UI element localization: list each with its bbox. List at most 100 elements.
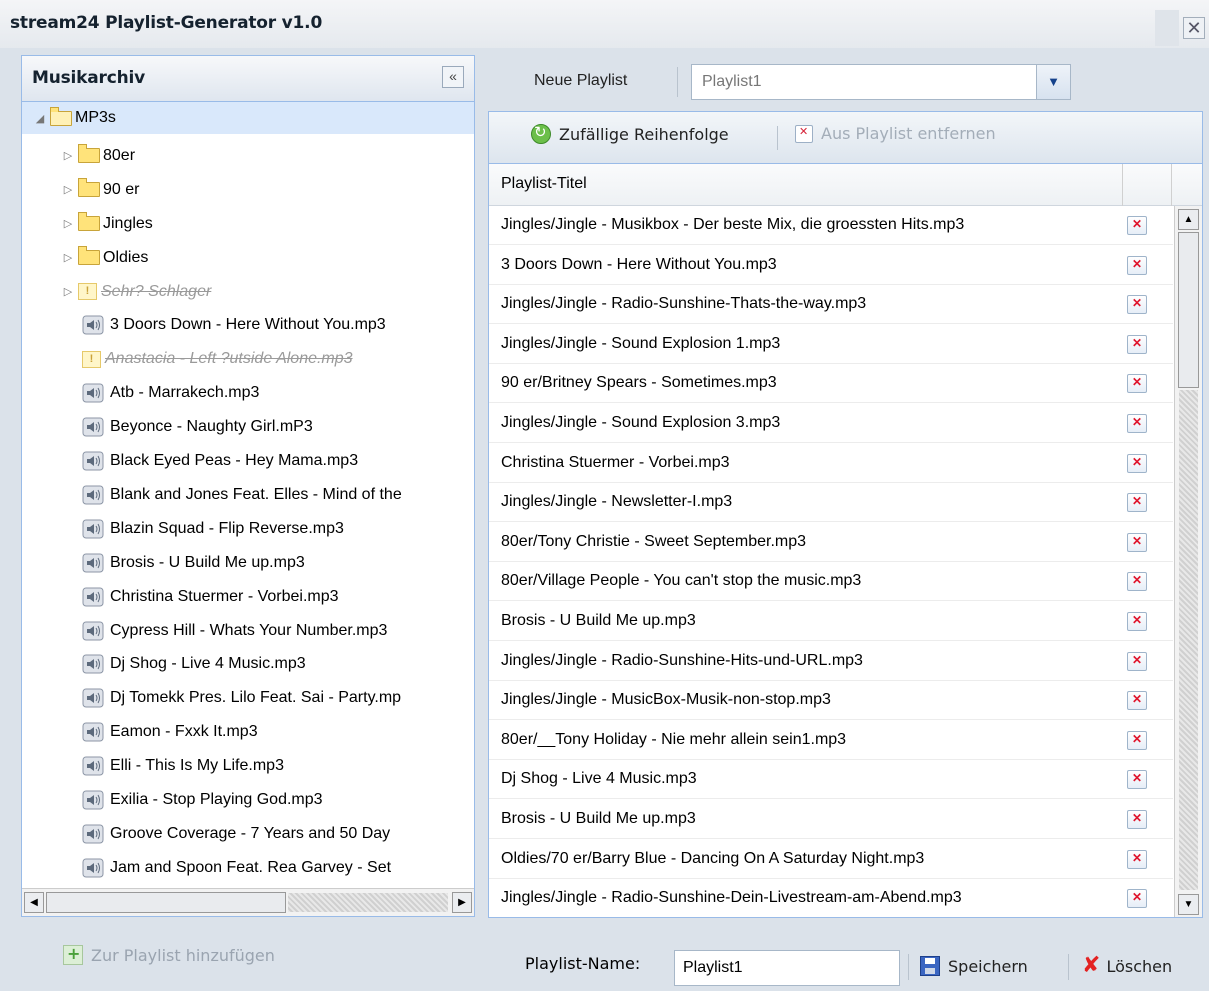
scroll-down-icon[interactable]: ▼ bbox=[1178, 894, 1199, 915]
playlist-row[interactable]: Jingles/Jingle - Radio-Sunshine-Dein-Liv… bbox=[489, 879, 1173, 917]
expand-arrow-icon[interactable]: ▷ bbox=[62, 149, 74, 162]
remove-row-icon[interactable] bbox=[1127, 612, 1147, 631]
remove-row-icon[interactable] bbox=[1127, 810, 1147, 829]
expand-arrow-icon[interactable]: ▷ bbox=[62, 183, 74, 196]
remove-row-icon[interactable] bbox=[1127, 770, 1147, 790]
remove-row-icon[interactable] bbox=[1127, 532, 1147, 552]
tree-file[interactable]: Dj Tomekk Pres. Lilo Feat. Sai - Party.m… bbox=[22, 682, 474, 714]
tree-file[interactable]: Exilia - Stop Playing God.mp3 bbox=[22, 784, 474, 816]
remove-row-icon[interactable] bbox=[1127, 849, 1147, 869]
remove-row-icon[interactable] bbox=[1127, 414, 1147, 433]
playlist-row[interactable]: Dj Shog - Live 4 Music.mp3 bbox=[489, 760, 1173, 800]
playlist-row[interactable]: Jingles/Jingle - Radio-Sunshine-Thats-th… bbox=[489, 285, 1173, 325]
playlist-row[interactable]: Brosis - U Build Me up.mp3 bbox=[489, 602, 1173, 641]
tree-file[interactable]: Atb - Marrakech.mp3 bbox=[22, 377, 474, 409]
playlist-select[interactable]: Playlist1 ▼ bbox=[691, 64, 1071, 100]
remove-row-icon[interactable] bbox=[1127, 691, 1147, 711]
close-icon[interactable]: ✕ bbox=[1183, 17, 1205, 39]
folder-icon bbox=[78, 212, 100, 232]
playlist-row[interactable]: 80er/__Tony Holiday - Nie mehr allein se… bbox=[489, 721, 1173, 760]
tree-file[interactable]: ! Anastacia - Left ?utside Alone.mp3 bbox=[22, 343, 474, 375]
window-titlebar: stream24 Playlist-Generator v1.0 ✕ bbox=[0, 0, 1209, 48]
tree-folder[interactable]: ▷ Oldies bbox=[22, 242, 474, 274]
remove-row-icon[interactable] bbox=[1127, 255, 1147, 275]
audio-file-icon bbox=[82, 451, 104, 471]
tree-file[interactable]: Christina Stuermer - Vorbei.mp3 bbox=[22, 581, 474, 613]
tree-folder[interactable]: ▷ 90 er bbox=[22, 174, 474, 206]
tree-file[interactable]: Brosis - U Build Me up.mp3 bbox=[22, 547, 474, 579]
scrollbar-thumb[interactable] bbox=[1178, 232, 1199, 388]
remove-row-icon[interactable] bbox=[1127, 493, 1147, 513]
scrollbar-track[interactable] bbox=[288, 893, 448, 912]
tree-file[interactable]: Jam and Spoon Feat. Rea Garvey - Set bbox=[22, 852, 474, 884]
tree-file[interactable]: Black Eyed Peas - Hey Mama.mp3 bbox=[22, 445, 474, 477]
tree-item-label: 80er bbox=[103, 146, 136, 164]
new-playlist-label[interactable]: Neue Playlist bbox=[534, 72, 627, 90]
chevron-down-icon[interactable]: ▼ bbox=[1036, 65, 1070, 99]
archive-header: Musikarchiv « bbox=[22, 56, 474, 102]
tree-file[interactable]: Eamon - Fxxk It.mp3 bbox=[22, 716, 474, 748]
delete-button[interactable]: ✘ Löschen bbox=[1082, 953, 1172, 978]
playlist-row[interactable]: Jingles/Jingle - Musikbox - Der beste Mi… bbox=[489, 206, 1173, 245]
delete-x-icon: ✘ bbox=[1082, 953, 1101, 978]
remove-row-icon[interactable] bbox=[1127, 334, 1147, 354]
tree-file[interactable]: Beyonce - Naughty Girl.mP3 bbox=[22, 411, 474, 443]
tree-folder[interactable]: ▷ Jingles bbox=[22, 208, 474, 240]
playlist-row[interactable]: Oldies/70 er/Barry Blue - Dancing On A S… bbox=[489, 840, 1173, 879]
playlist-row[interactable]: 80er/Tony Christie - Sweet September.mp3 bbox=[489, 523, 1173, 562]
shuffle-button[interactable]: Zufällige Reihenfolge bbox=[531, 123, 729, 144]
tree-file[interactable]: Elli - This Is My Life.mp3 bbox=[22, 750, 474, 782]
tree-file[interactable]: 3 Doors Down - Here Without You.mp3 bbox=[22, 309, 474, 341]
column-divider[interactable] bbox=[1122, 164, 1123, 206]
tree-folder[interactable]: ◢ MP3s bbox=[22, 102, 474, 134]
playlist-row[interactable]: Jingles/Jingle - Radio-Sunshine-Hits-und… bbox=[489, 642, 1173, 681]
column-divider[interactable] bbox=[1171, 164, 1172, 206]
remove-row-icon[interactable] bbox=[1127, 295, 1147, 315]
archive-title: Musikarchiv bbox=[32, 68, 146, 88]
playlist-select-value[interactable]: Playlist1 bbox=[702, 73, 762, 91]
playlist-row[interactable]: Jingles/Jingle - MusicBox-Musik-non-stop… bbox=[489, 681, 1173, 721]
expand-arrow-icon[interactable]: ▷ bbox=[62, 217, 74, 230]
tree-file[interactable]: Cypress Hill - Whats Your Number.mp3 bbox=[22, 615, 474, 647]
playlist-row[interactable]: 90 er/Britney Spears - Sometimes.mp3 bbox=[489, 364, 1173, 404]
scroll-up-icon[interactable]: ▲ bbox=[1178, 209, 1199, 230]
playlist-name-input[interactable] bbox=[674, 950, 900, 986]
remove-row-icon[interactable] bbox=[1127, 374, 1147, 394]
add-to-playlist-button[interactable]: Zur Playlist hinzufügen bbox=[63, 944, 275, 965]
expand-arrow-icon[interactable]: ▷ bbox=[62, 285, 74, 298]
tree-folder[interactable]: ▷! Sehr? Schlager bbox=[22, 276, 474, 308]
playlist-row[interactable]: Christina Stuermer - Vorbei.mp3 bbox=[489, 444, 1173, 483]
grid-header: Playlist-Titel bbox=[489, 164, 1202, 206]
vertical-scrollbar[interactable]: ▲ ▼ bbox=[1174, 206, 1202, 917]
collapse-arrow-icon[interactable]: ◢ bbox=[34, 112, 46, 125]
remove-row-icon[interactable] bbox=[1127, 453, 1147, 473]
playlist-row[interactable]: Brosis - U Build Me up.mp3 bbox=[489, 800, 1173, 839]
expand-arrow-icon[interactable]: ▷ bbox=[62, 251, 74, 264]
remove-from-playlist-button[interactable]: Aus Playlist entfernen bbox=[795, 124, 996, 143]
remove-row-icon[interactable] bbox=[1127, 216, 1147, 235]
playlist-row[interactable]: Jingles/Jingle - Sound Explosion 3.mp3 bbox=[489, 404, 1173, 443]
tree-folder[interactable]: ▷ 80er bbox=[22, 140, 474, 172]
scrollbar-thumb[interactable] bbox=[46, 892, 286, 913]
save-button[interactable]: Speichern bbox=[920, 956, 1028, 976]
horizontal-scrollbar[interactable]: ◀ ▶ bbox=[22, 888, 474, 916]
remove-row-icon[interactable] bbox=[1127, 651, 1147, 671]
remove-row-icon[interactable] bbox=[1127, 889, 1147, 909]
tree-file[interactable]: Dj Shog - Live 4 Music.mp3 bbox=[22, 648, 474, 680]
tree-file[interactable]: Blank and Jones Feat. Elles - Mind of th… bbox=[22, 479, 474, 511]
playlist-row[interactable]: 3 Doors Down - Here Without You.mp3 bbox=[489, 246, 1173, 285]
tree-item-label: Cypress Hill - Whats Your Number.mp3 bbox=[110, 621, 388, 639]
remove-row-icon[interactable] bbox=[1127, 730, 1147, 750]
tree-file[interactable]: Groove Coverage - 7 Years and 50 Day bbox=[22, 818, 474, 850]
collapse-panel-button[interactable]: « bbox=[442, 66, 464, 88]
column-header-title[interactable]: Playlist-Titel bbox=[501, 175, 587, 193]
playlist-row[interactable]: Jingles/Jingle - Sound Explosion 1.mp3 bbox=[489, 325, 1173, 364]
scroll-left-icon[interactable]: ◀ bbox=[24, 892, 44, 913]
tree-file[interactable]: Blazin Squad - Flip Reverse.mp3 bbox=[22, 513, 474, 545]
remove-row-icon[interactable] bbox=[1127, 572, 1147, 592]
scrollbar-track[interactable] bbox=[1179, 390, 1198, 890]
playlist-row[interactable]: 80er/Village People - You can't stop the… bbox=[489, 562, 1173, 602]
playlist-row[interactable]: Jingles/Jingle - Newsletter-I.mp3 bbox=[489, 483, 1173, 523]
floppy-disk-icon bbox=[920, 956, 940, 976]
scroll-right-icon[interactable]: ▶ bbox=[452, 892, 472, 913]
